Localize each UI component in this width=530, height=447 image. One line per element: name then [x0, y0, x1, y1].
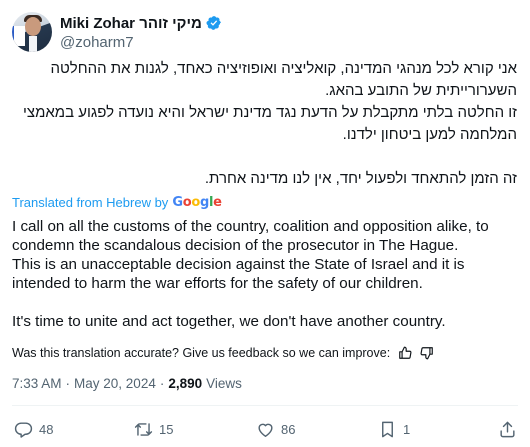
- bookmark-icon: [382, 421, 393, 438]
- action-bar: 48 15 86 1: [14, 420, 524, 442]
- share-icon: [500, 421, 515, 438]
- divider: [12, 405, 518, 406]
- hebrew-paragraph: זה הזמן להתאחד ולפעול יחד, אין לנו מדינה…: [204, 170, 517, 187]
- reply-count: 48: [39, 422, 54, 437]
- avatar[interactable]: [12, 12, 52, 52]
- bookmark-button[interactable]: 1: [378, 420, 410, 439]
- repost-icon: [134, 423, 153, 436]
- like-button[interactable]: 86: [256, 420, 295, 439]
- author-name-row[interactable]: Miki Zohar מיקי זוהר: [60, 13, 222, 33]
- repost-button[interactable]: 15: [134, 420, 173, 439]
- avatar-flag: [12, 26, 25, 46]
- tweet-time[interactable]: 7:33 AM: [12, 376, 62, 391]
- like-icon: [258, 423, 273, 437]
- google-logo: Google: [172, 195, 222, 210]
- author-handle[interactable]: @zoharm7: [60, 34, 134, 51]
- tweet-meta: 7:33 AM · May 20, 2024 · 2,890 Views: [12, 376, 242, 391]
- reply-icon: [14, 422, 33, 438]
- tweet-text-translation: I call on all the customs of the country…: [12, 217, 520, 331]
- repost-count: 15: [159, 422, 174, 437]
- verified-badge-icon: [206, 16, 221, 30]
- like-count: 86: [281, 422, 296, 437]
- share-button[interactable]: [498, 420, 517, 439]
- feedback-prompt: Was this translation accurate? Give us f…: [12, 346, 391, 360]
- english-paragraph: This is an unacceptable decision against…: [12, 256, 465, 292]
- tweet-text-original: אני קורא לכל מנהגי המדינה, קואליציה ואופ…: [10, 58, 517, 190]
- views-label: Views: [206, 376, 242, 391]
- author-name[interactable]: Miki Zohar מיקי זוהר: [60, 15, 202, 32]
- hebrew-paragraph: זו החלטה בלתי מתקבלת על הדעת נגד מדינת י…: [23, 104, 517, 143]
- translated-label[interactable]: Translated from Hebrew by: [12, 195, 168, 210]
- translation-feedback: Was this translation accurate? Give us f…: [12, 346, 434, 360]
- translation-attribution[interactable]: Translated from Hebrew by Google: [12, 195, 222, 210]
- views-count: 2,890: [168, 376, 203, 391]
- bookmark-count: 1: [403, 422, 411, 437]
- hebrew-paragraph: אני קורא לכל מנהגי המדינה, קואליציה ואופ…: [50, 60, 517, 99]
- english-paragraph: It's time to unite and act together, we …: [12, 313, 446, 330]
- thumbs-up-icon[interactable]: [398, 346, 412, 360]
- reply-button[interactable]: 48: [14, 420, 53, 439]
- tweet-date[interactable]: May 20, 2024: [74, 376, 156, 391]
- english-paragraph: I call on all the customs of the country…: [12, 218, 489, 254]
- thumbs-down-icon[interactable]: [420, 346, 434, 360]
